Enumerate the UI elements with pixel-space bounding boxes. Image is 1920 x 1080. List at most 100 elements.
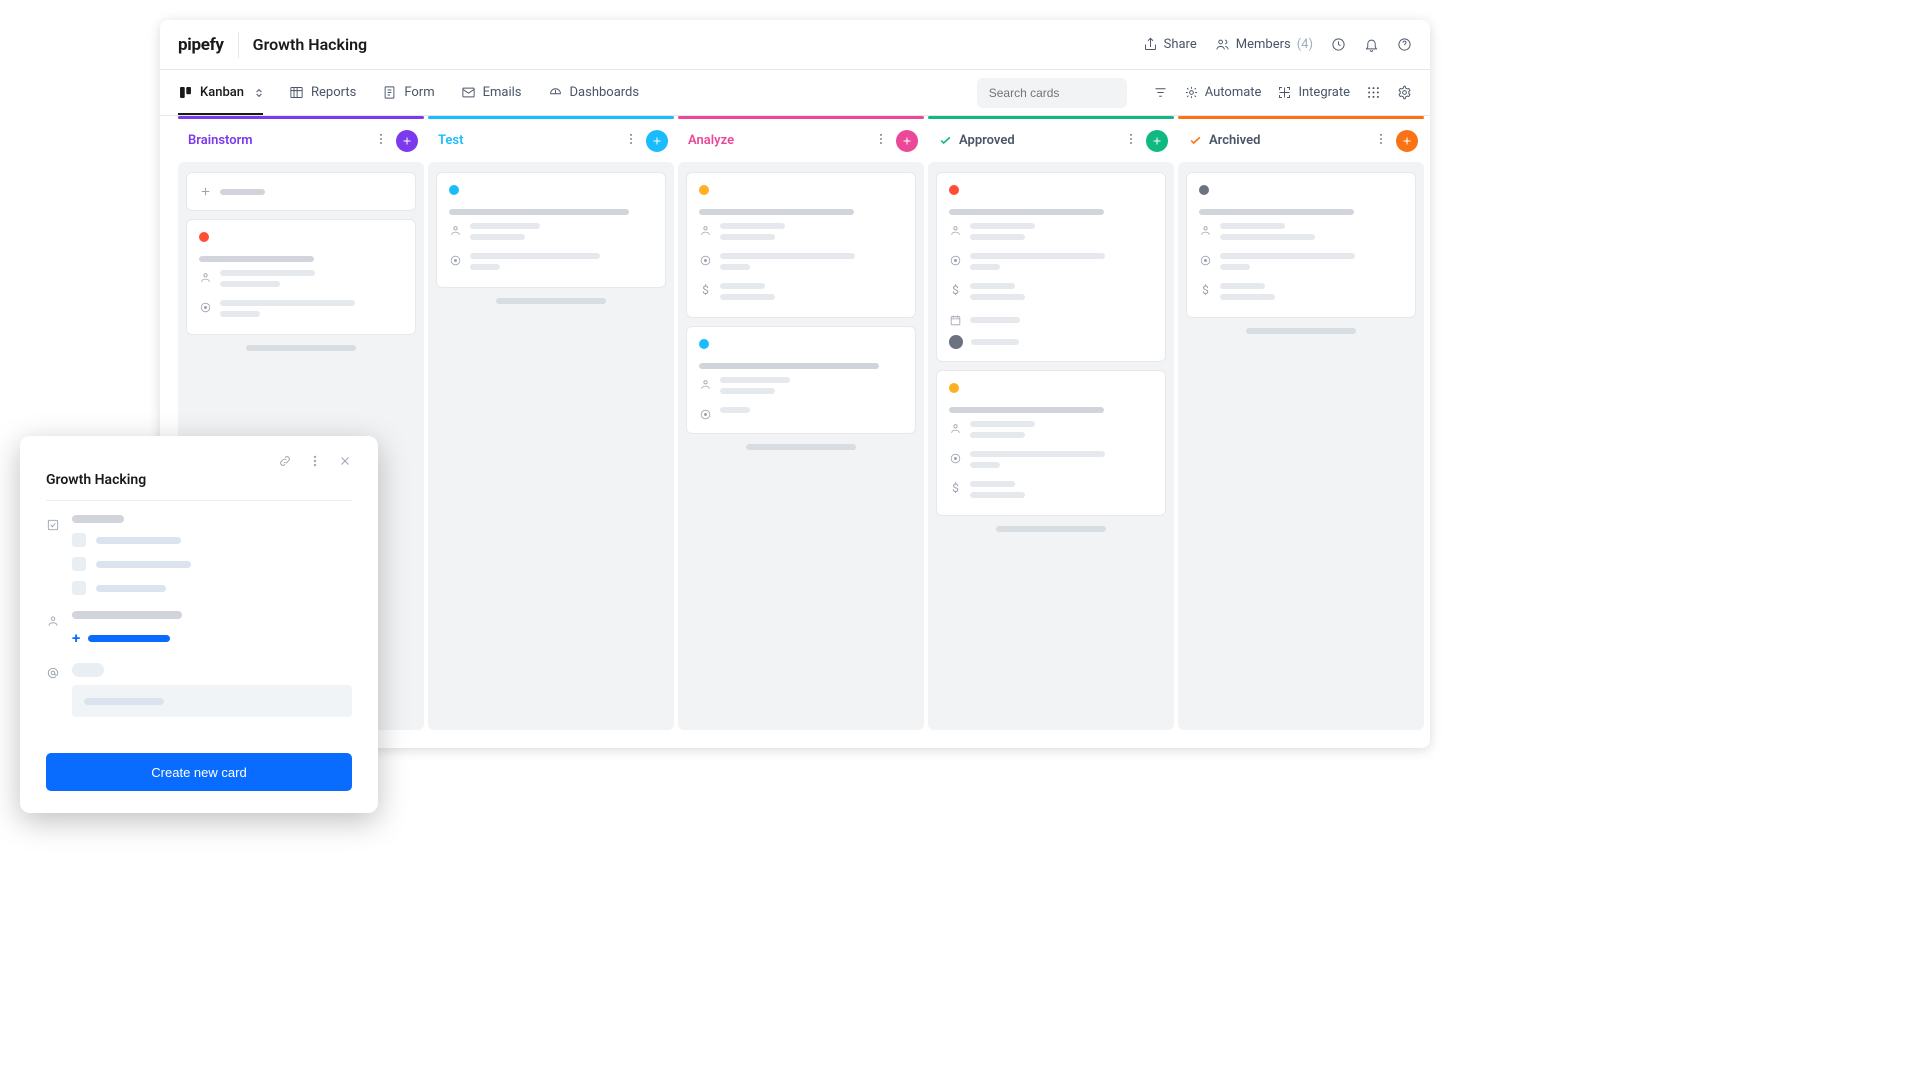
history-icon[interactable] [1331, 37, 1346, 52]
apps-icon[interactable] [1366, 85, 1381, 100]
kanban-icon [178, 85, 193, 100]
column-approved: Approved $ [928, 116, 1174, 730]
search-box[interactable] [977, 78, 1127, 108]
tab-reports[interactable]: Reports [289, 70, 356, 115]
tab-kanban[interactable]: Kanban [178, 70, 263, 115]
kanban-card[interactable]: $ [936, 370, 1166, 516]
tab-emails[interactable]: Emails [461, 70, 522, 115]
column-title: Approved [959, 133, 1116, 148]
integrate-label: Integrate [1298, 85, 1350, 100]
add-assignee-link[interactable]: + [72, 629, 352, 647]
view-selector-icon[interactable] [255, 88, 263, 98]
modal-toolbar [46, 454, 352, 468]
close-icon[interactable] [338, 454, 352, 468]
add-card-button[interactable] [1396, 130, 1418, 152]
logo-text: pipefy [178, 35, 224, 55]
tab-reports-label: Reports [311, 85, 356, 100]
avatar [949, 335, 963, 349]
modal-field-assignee: + [46, 611, 352, 647]
share-button[interactable]: Share [1143, 37, 1197, 52]
more-icon[interactable] [308, 454, 322, 468]
column-menu-button[interactable] [1122, 129, 1140, 152]
column-archived: Archived $ [1178, 116, 1424, 730]
column-title: Archived [1209, 133, 1366, 148]
add-card-button[interactable] [1146, 130, 1168, 152]
priority-dot [1199, 185, 1209, 195]
dollar-icon: $ [949, 481, 962, 495]
column-menu-button[interactable] [872, 129, 890, 152]
column-analyze: Analyze $ [678, 116, 924, 730]
new-card-trigger[interactable] [186, 172, 416, 211]
modal-title: Growth Hacking [46, 472, 352, 501]
titlebar-actions: Share Members (4) [1143, 37, 1412, 52]
plus-icon [199, 185, 212, 198]
logo: pipefy [178, 35, 224, 55]
add-card-button[interactable] [896, 130, 918, 152]
tab-kanban-label: Kanban [200, 85, 244, 100]
add-card-button[interactable] [646, 130, 668, 152]
checkbox-option[interactable] [72, 581, 352, 595]
help-icon[interactable] [1397, 37, 1412, 52]
radio-icon [699, 408, 712, 421]
column-footer-placeholder [996, 526, 1106, 532]
automate-label: Automate [1205, 85, 1262, 100]
radio-icon [949, 452, 962, 465]
filter-icon[interactable] [1153, 85, 1168, 100]
column-header: Brainstorm [178, 119, 424, 162]
checkbox-option[interactable] [72, 533, 352, 547]
checkbox-option[interactable] [72, 557, 352, 571]
tab-dashboards[interactable]: Dashboards [548, 70, 640, 115]
kanban-card[interactable]: $ [936, 172, 1166, 362]
create-card-button[interactable]: Create new card [46, 753, 352, 791]
members-button[interactable]: Members (4) [1215, 37, 1313, 52]
dashboards-icon [548, 85, 563, 100]
gear-icon[interactable] [1397, 85, 1412, 100]
column-menu-button[interactable] [622, 129, 640, 152]
tab-emails-label: Emails [483, 85, 522, 100]
person-icon [46, 614, 60, 628]
column-title: Test [438, 133, 616, 148]
priority-dot [949, 383, 959, 393]
at-icon [46, 666, 60, 680]
person-icon [699, 224, 712, 237]
kanban-card[interactable]: $ [1186, 172, 1416, 318]
pipe-title: Growth Hacking [253, 35, 1143, 54]
dollar-icon: $ [949, 283, 962, 297]
column-body: $ [1178, 162, 1424, 730]
radio-icon [699, 254, 712, 267]
email-input[interactable] [72, 685, 352, 717]
column-menu-button[interactable] [1372, 129, 1390, 152]
person-icon [949, 422, 962, 435]
integrate-button[interactable]: Integrate [1277, 85, 1350, 100]
column-body: $ [928, 162, 1174, 730]
kanban-card[interactable] [686, 326, 916, 434]
divider [238, 32, 239, 58]
column-title: Brainstorm [188, 133, 366, 148]
priority-dot [699, 185, 709, 195]
dollar-icon: $ [699, 283, 712, 297]
members-icon [1215, 37, 1230, 52]
link-icon[interactable] [278, 454, 292, 468]
column-footer-placeholder [746, 444, 856, 450]
tab-form[interactable]: Form [382, 70, 434, 115]
search-input[interactable] [987, 85, 1146, 101]
integrate-icon [1277, 85, 1292, 100]
plus-icon: + [72, 629, 80, 647]
bell-icon[interactable] [1364, 37, 1379, 52]
radio-icon [949, 254, 962, 267]
modal-field-email [46, 663, 352, 717]
column-header: Analyze [678, 119, 924, 162]
field-label-placeholder [72, 663, 104, 677]
column-header: Approved [928, 119, 1174, 162]
toolbar: Kanban Reports Form Emails Dashboards [160, 70, 1430, 116]
automate-icon [1184, 85, 1199, 100]
automate-button[interactable]: Automate [1184, 85, 1262, 100]
person-icon [1199, 224, 1212, 237]
kanban-card[interactable]: $ [686, 172, 916, 318]
column-menu-button[interactable] [372, 129, 390, 152]
person-icon [949, 224, 962, 237]
kanban-card[interactable] [186, 219, 416, 335]
kanban-card[interactable] [436, 172, 666, 288]
add-card-button[interactable] [396, 130, 418, 152]
person-icon [199, 271, 212, 284]
